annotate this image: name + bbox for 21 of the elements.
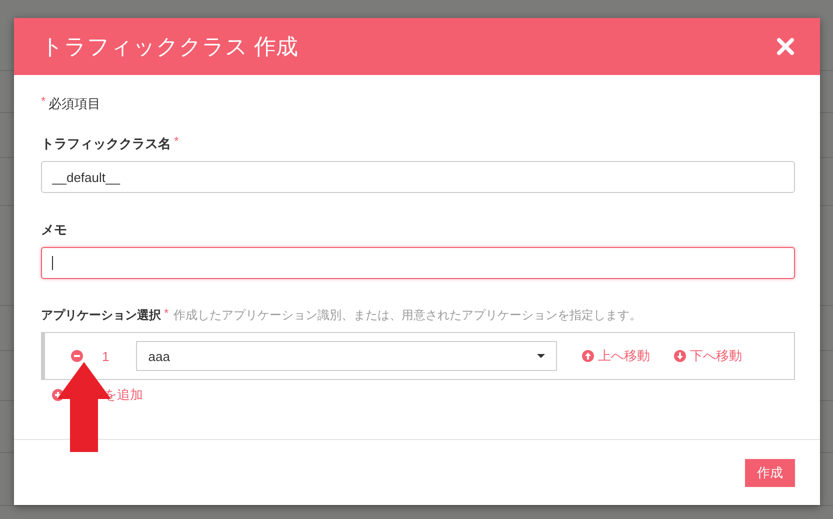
remove-icon [71,350,83,362]
required-note: 必須項目 [48,95,101,113]
arrow-down-icon [674,350,686,362]
required-mark: * [41,95,46,107]
input-field[interactable] [41,247,795,279]
field-label: アプリケーション選択 [41,307,161,324]
caret-icon [537,354,546,358]
close-button[interactable] [777,38,794,55]
input-field[interactable]: __default__ [41,161,795,193]
required-mark: * [164,307,169,319]
dialog-title: トラフィッククラス 作成 [41,32,298,60]
create-button[interactable]: 作成 [745,458,795,486]
field-label: メモ [41,221,67,239]
move-down-link[interactable]: 下へ移動 [674,347,742,365]
required-mark: * [174,135,179,147]
field-description: 作成したアプリケーション識別、または、用意されたアプリケーションを指定します。 [174,307,642,324]
arrow-up-icon [582,350,594,362]
row-number: 1 [102,348,110,364]
field-label: トラフィッククラス名 [41,135,171,153]
application-select[interactable]: aaa [136,341,558,371]
move-up-link[interactable]: 上へ移動 [582,347,650,365]
